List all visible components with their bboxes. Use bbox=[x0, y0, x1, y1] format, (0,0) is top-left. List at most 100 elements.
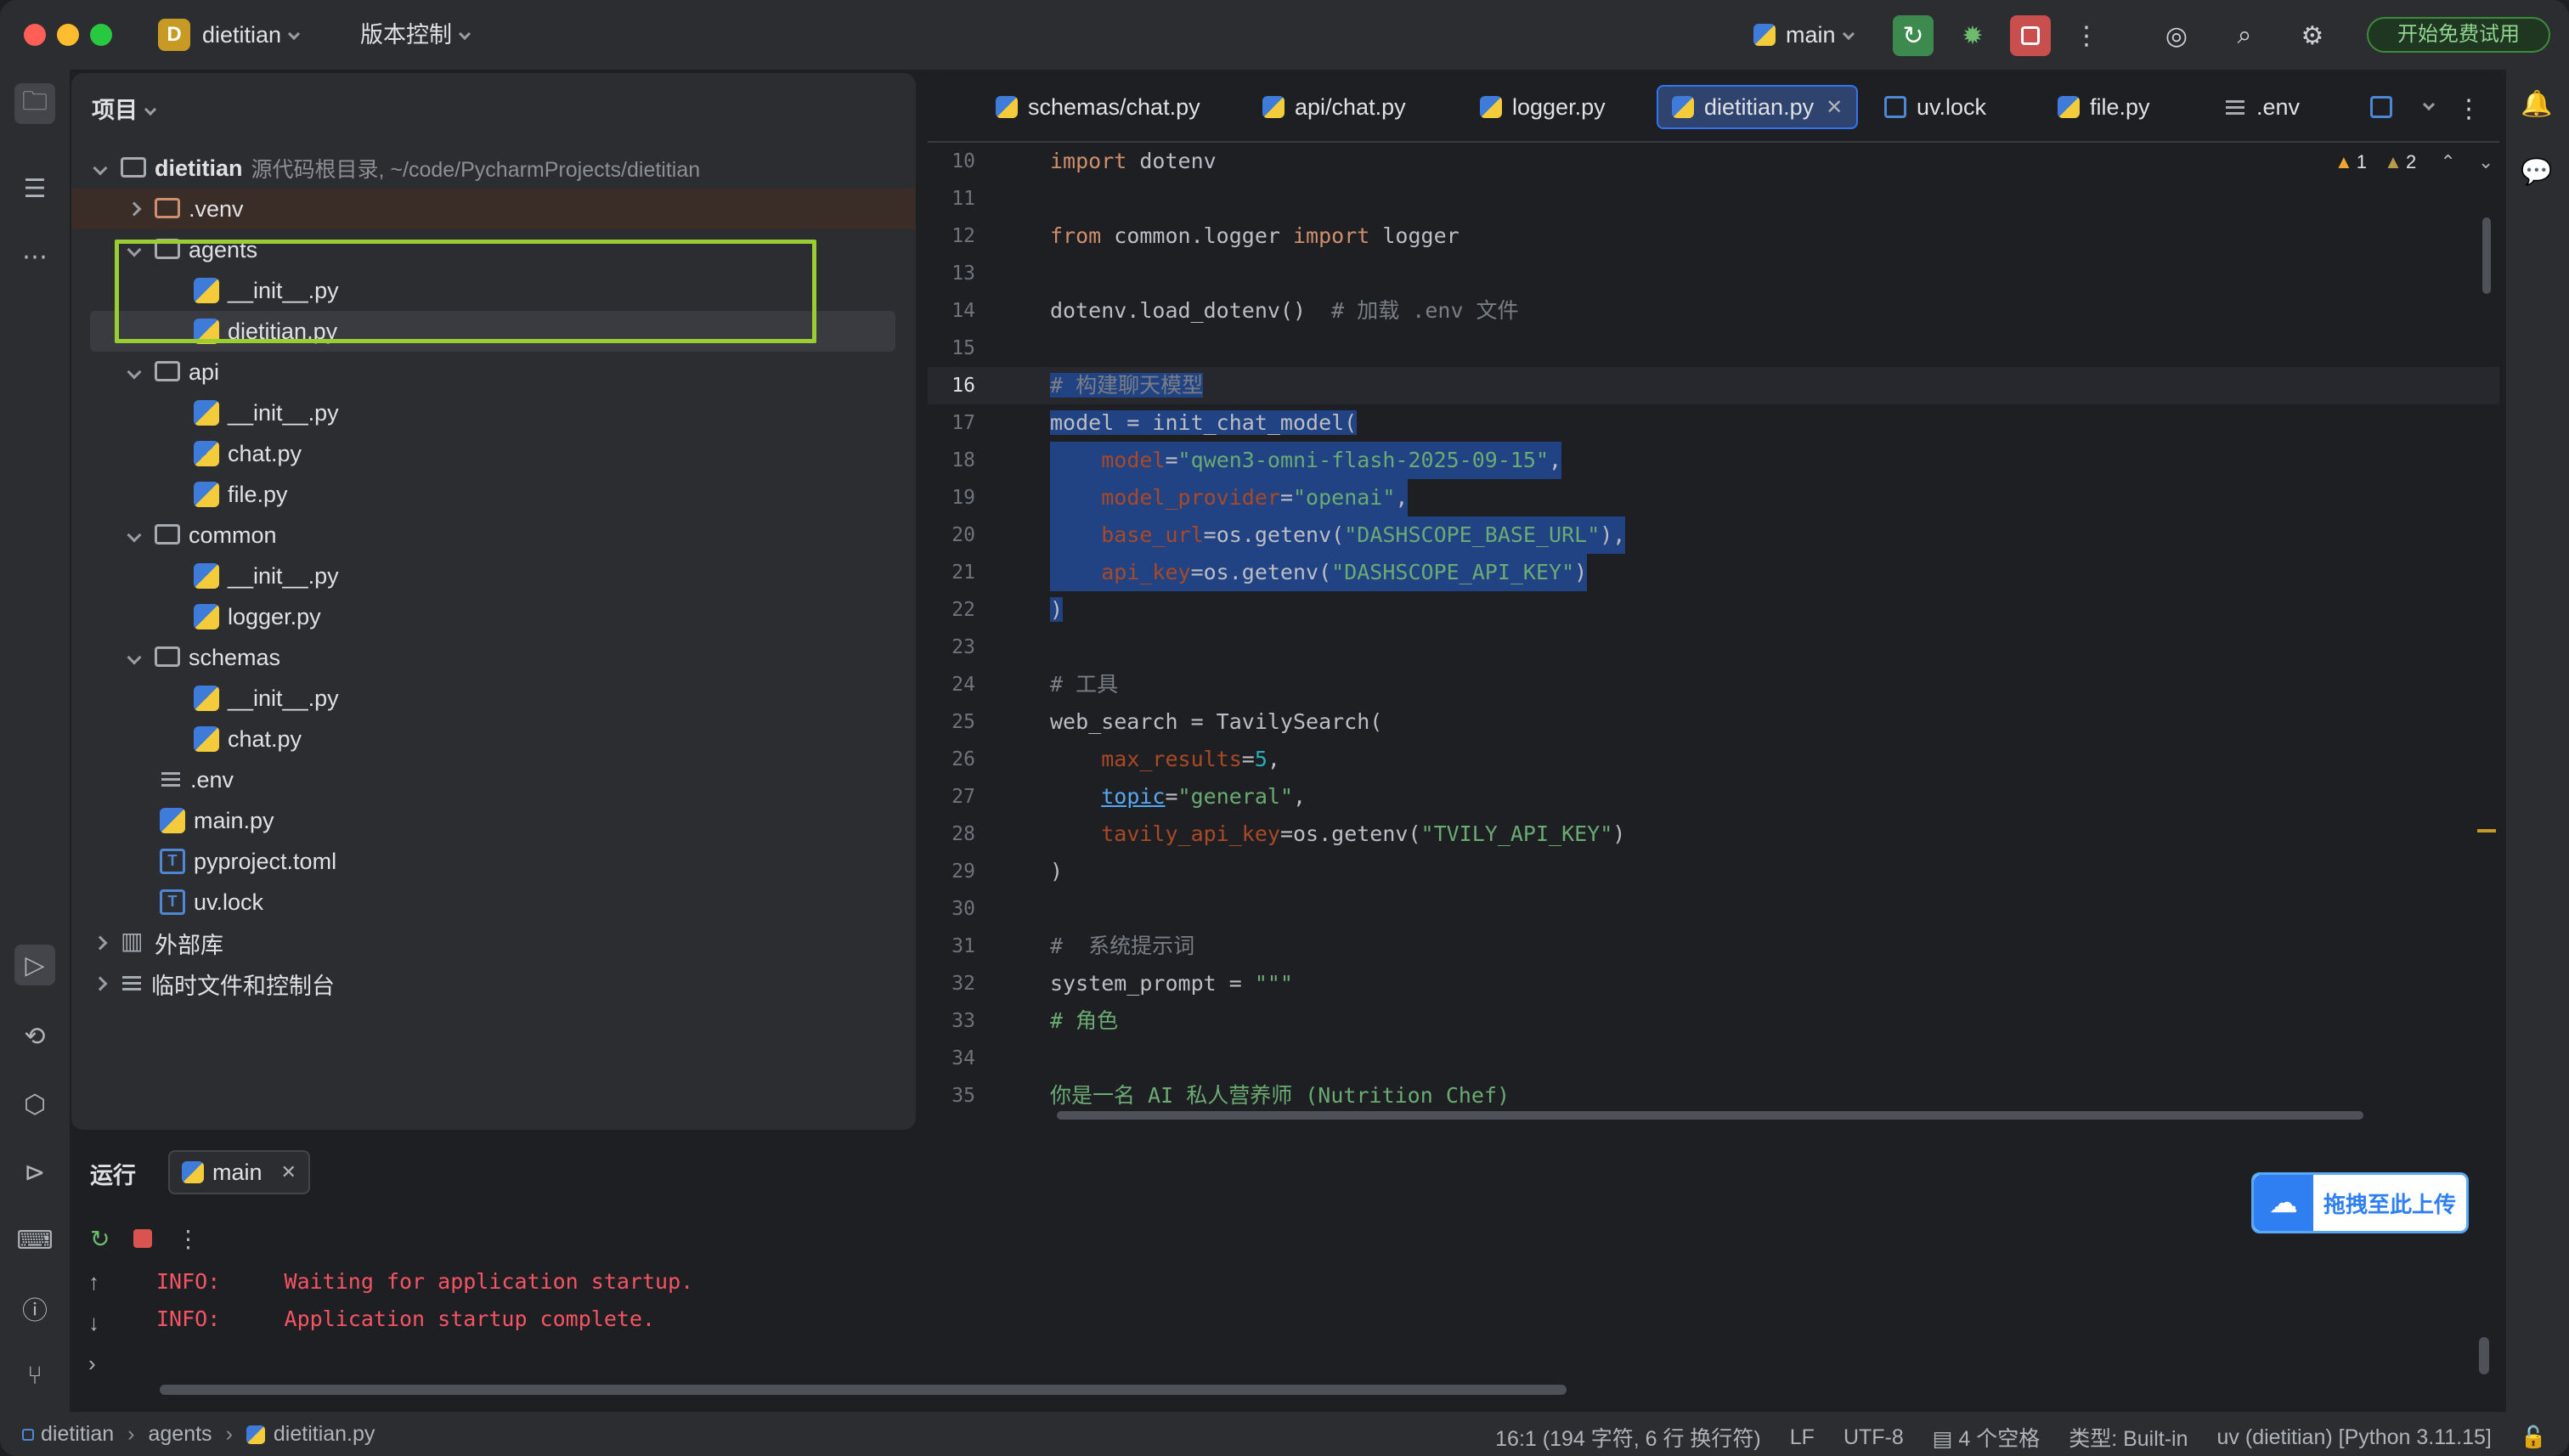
console-vertical-scrollbar[interactable] bbox=[2479, 1337, 2489, 1374]
interpreter[interactable]: uv (dietitian) [Python 3.11.15] bbox=[2217, 1425, 2492, 1450]
lock-icon[interactable]: 🔓 bbox=[2521, 1425, 2547, 1450]
search-button[interactable]: ⌕ bbox=[2224, 15, 2265, 56]
vcs-menu[interactable]: 版本控制 bbox=[360, 20, 471, 49]
stop-icon[interactable] bbox=[133, 1229, 153, 1248]
tree-item-file[interactable]: file.py bbox=[71, 474, 916, 515]
tree-item-scratches[interactable]: 临时文件和控制台 bbox=[71, 963, 916, 1004]
file-encoding[interactable]: UTF-8 bbox=[1843, 1425, 1904, 1450]
code-line: 17 model = init_chat_model( bbox=[928, 404, 2499, 442]
editor-vertical-scrollbar[interactable] bbox=[2482, 217, 2491, 294]
line-separator[interactable]: LF bbox=[1790, 1425, 1815, 1450]
editor-tab[interactable]: file.py bbox=[2044, 85, 2164, 129]
tree-item-file[interactable]: chat.py bbox=[71, 433, 916, 474]
services-button[interactable]: ⊳ bbox=[14, 1152, 55, 1193]
code-line: 20 base_url=os.getenv("DASHSCOPE_BASE_UR… bbox=[928, 516, 2499, 554]
tree-item-file[interactable]: logger.py bbox=[71, 596, 916, 637]
console-output[interactable]: ↑ ↓ › INFO: Waiting for application star… bbox=[71, 1267, 2499, 1395]
close-icon[interactable]: ✕ bbox=[281, 1161, 296, 1183]
line-number: 28 bbox=[951, 823, 975, 845]
code-area[interactable]: 10 import dotenv 11 12 from common.logger … bbox=[928, 143, 2499, 1118]
breadcrumb-item[interactable]: dietitian bbox=[41, 1422, 114, 1447]
file-type[interactable]: 类型: Built-in bbox=[2069, 1422, 2188, 1453]
run-tab-main[interactable]: main ✕ bbox=[168, 1150, 310, 1194]
editor-tab-active[interactable]: dietitian.py ✕ bbox=[1657, 85, 1859, 129]
tree-item-root[interactable]: dietitian 源代码根目录, ~/code/PycharmProjects… bbox=[71, 148, 916, 189]
tree-item-label: 临时文件和控制台 bbox=[151, 973, 335, 999]
python-file-icon bbox=[194, 482, 219, 507]
code-line: 24 # 工具 bbox=[928, 666, 2499, 703]
more-vertical-icon[interactable]: ⋮ bbox=[176, 1225, 200, 1253]
tree-item-file[interactable]: .env bbox=[71, 759, 916, 800]
breadcrumb-item[interactable]: agents bbox=[149, 1422, 212, 1447]
chevron-right-icon bbox=[93, 935, 108, 951]
chevron-right-icon[interactable]: › bbox=[88, 1351, 96, 1377]
rerun-button[interactable]: ↻ bbox=[1893, 15, 1934, 56]
more-tools-button[interactable]: ⋯ bbox=[14, 236, 55, 277]
arrow-down-icon[interactable]: ↓ bbox=[88, 1310, 99, 1336]
python-console-button[interactable]: ⟲ bbox=[14, 1016, 55, 1057]
structure-tool-button[interactable]: ☰ bbox=[14, 168, 55, 209]
more-actions-button[interactable]: ⋮ bbox=[2066, 15, 2107, 56]
close-window-button[interactable] bbox=[24, 24, 46, 46]
editor-tab[interactable]: .env bbox=[2212, 85, 2313, 129]
ai-chat-button[interactable]: 💬 bbox=[2516, 151, 2557, 192]
tree-item-file[interactable]: __init__.py bbox=[71, 392, 916, 433]
minimize-window-button[interactable] bbox=[57, 24, 79, 46]
console-horizontal-scrollbar[interactable] bbox=[160, 1385, 1567, 1395]
warning-marker[interactable] bbox=[2477, 829, 2496, 832]
free-trial-button[interactable]: 开始免费试用 bbox=[2367, 17, 2550, 53]
editor-tab[interactable]: logger.py bbox=[1466, 85, 1619, 129]
project-badge[interactable]: D bbox=[158, 19, 190, 51]
module-icon bbox=[22, 1428, 34, 1441]
python-packages-button[interactable]: ⬡ bbox=[14, 1084, 55, 1125]
drag-upload-button[interactable]: ☁ 拖拽至此上传 bbox=[2251, 1172, 2469, 1233]
settings-button[interactable]: ⚙ bbox=[2292, 15, 2333, 56]
debug-button[interactable]: ✹ bbox=[1952, 15, 1993, 56]
project-switcher[interactable]: dietitian bbox=[202, 20, 301, 49]
close-icon[interactable]: ✕ bbox=[1826, 95, 1843, 120]
run-config-selector[interactable]: main bbox=[1753, 20, 1855, 49]
tab-list-button[interactable] bbox=[2404, 88, 2445, 129]
tree-item-external-libs[interactable]: 外部库 bbox=[71, 923, 916, 963]
tree-item-schemas[interactable]: schemas bbox=[71, 637, 916, 678]
tree-item-file[interactable]: T pyproject.toml bbox=[71, 841, 916, 882]
run-tool-button[interactable]: ▷ bbox=[14, 945, 55, 985]
project-panel-header[interactable]: 项目 bbox=[92, 92, 157, 125]
notifications-button[interactable]: 🔔 bbox=[2516, 83, 2557, 124]
line-number: 18 bbox=[951, 449, 975, 471]
tree-item-file[interactable]: T uv.lock bbox=[71, 882, 916, 923]
editor-tab[interactable]: schemas/chat.py bbox=[982, 85, 1214, 129]
tree-item-file[interactable]: chat.py bbox=[71, 719, 916, 759]
ai-assistant-button[interactable]: ◎ bbox=[2156, 15, 2197, 56]
caret-position[interactable]: 16:1 (194 字符, 6 行 换行符) bbox=[1495, 1422, 1761, 1453]
editor-horizontal-scrollbar[interactable] bbox=[1057, 1111, 2363, 1120]
breadcrumb-item[interactable]: dietitian.py bbox=[274, 1422, 375, 1447]
stop-icon bbox=[2021, 26, 2040, 45]
rerun-icon[interactable]: ↻ bbox=[90, 1225, 110, 1253]
editor-tab[interactable]: uv.lock bbox=[1871, 85, 2000, 129]
zoom-window-button[interactable] bbox=[90, 24, 112, 46]
run-toolbar: ↻ ⋮ bbox=[90, 1222, 200, 1256]
tree-item-file[interactable]: __init__.py bbox=[71, 678, 916, 719]
tree-item-label: __init__.py bbox=[228, 399, 339, 426]
code-line: 10 import dotenv bbox=[928, 143, 2499, 180]
git-button[interactable]: ⑂ bbox=[14, 1356, 55, 1397]
tab-more-button[interactable]: ⋮ bbox=[2448, 88, 2489, 129]
tree-item-common[interactable]: common bbox=[71, 515, 916, 556]
code-line: 28 tavily_api_key=os.getenv("TVILY_API_K… bbox=[928, 815, 2499, 853]
problems-button[interactable]: ⓘ bbox=[14, 1288, 55, 1329]
stop-button[interactable] bbox=[2010, 15, 2051, 56]
terminal-button[interactable]: ⌨ bbox=[14, 1220, 55, 1261]
tree-item-venv[interactable]: .venv bbox=[71, 189, 916, 229]
lock-file-icon: T bbox=[160, 889, 185, 915]
chevron-down-icon bbox=[1842, 27, 1855, 41]
indent-widget[interactable]: ▤ 4 个空格 bbox=[1933, 1422, 2040, 1453]
tree-item-file[interactable]: __init__.py bbox=[71, 556, 916, 596]
tree-item-api[interactable]: api bbox=[71, 352, 916, 392]
editor-tab[interactable]: api/chat.py bbox=[1249, 85, 1420, 129]
line-number: 16 bbox=[951, 375, 975, 397]
arrow-up-icon[interactable]: ↑ bbox=[88, 1269, 99, 1295]
chevron-right-icon: › bbox=[127, 1422, 135, 1446]
project-tool-button[interactable]: 🗀 bbox=[14, 83, 55, 124]
tree-item-file[interactable]: main.py bbox=[71, 800, 916, 841]
